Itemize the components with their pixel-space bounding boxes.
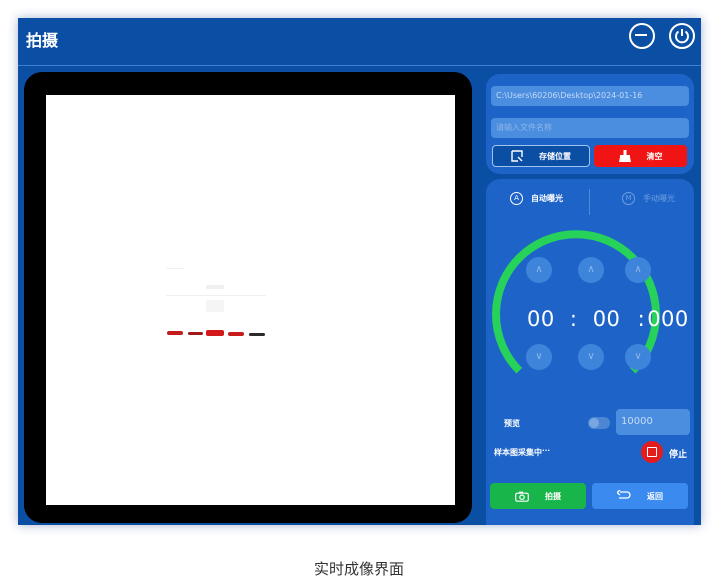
power-button[interactable] bbox=[669, 23, 695, 49]
capture-button[interactable]: 拍摄 bbox=[490, 483, 586, 509]
minus-icon bbox=[635, 34, 647, 37]
image-viewer bbox=[24, 72, 472, 523]
faint-smear bbox=[206, 285, 224, 289]
exposure-panel: A 自动曝光 M 手动曝光 ∧ ∧ ∧ 00 : 00 :000 ∨ ∨ ∨ 预… bbox=[486, 179, 694, 525]
title-bar: 拍摄 bbox=[18, 18, 701, 65]
millis-value: 000 bbox=[647, 307, 689, 331]
tab-divider bbox=[589, 189, 590, 215]
faint-smear bbox=[166, 268, 184, 269]
protein-band bbox=[228, 332, 244, 336]
manual-exposure-label: 手动曝光 bbox=[643, 194, 675, 203]
minutes-value: 00 bbox=[527, 307, 555, 331]
app-window: 拍摄 C:\Users\60206\Desktop\2024-01-16 请输入… bbox=[18, 18, 701, 525]
capture-label: 拍摄 bbox=[545, 491, 561, 501]
protein-band bbox=[167, 331, 183, 335]
save-location-button[interactable]: 存储位置 bbox=[492, 145, 590, 167]
title-divider bbox=[18, 65, 701, 66]
live-image-canvas bbox=[46, 95, 455, 505]
broom-icon bbox=[618, 150, 631, 162]
protein-band bbox=[188, 332, 203, 335]
stop-button[interactable] bbox=[641, 441, 663, 463]
back-button[interactable]: 返回 bbox=[592, 483, 688, 509]
protein-band bbox=[206, 330, 224, 336]
millis-up-button[interactable]: ∧ bbox=[625, 257, 651, 283]
manual-m-icon: M bbox=[622, 192, 635, 205]
minutes-down-button[interactable]: ∨ bbox=[526, 344, 552, 370]
time-separator: : bbox=[637, 307, 646, 331]
camera-icon bbox=[515, 491, 529, 502]
minimize-button[interactable] bbox=[629, 23, 655, 49]
time-separator: : bbox=[569, 307, 578, 331]
seconds-down-button[interactable]: ∨ bbox=[578, 344, 604, 370]
clear-button[interactable]: 清空 bbox=[594, 145, 687, 167]
faint-smear bbox=[166, 295, 266, 296]
folder-select-icon bbox=[511, 150, 523, 162]
preview-value-input[interactable]: 10000 bbox=[616, 409, 690, 435]
preview-label: 预览 bbox=[504, 419, 520, 428]
file-name-input[interactable]: 请输入文件名称 bbox=[491, 118, 689, 138]
window-title: 拍摄 bbox=[26, 31, 59, 50]
back-label: 返回 bbox=[647, 491, 663, 501]
auto-exposure-tab[interactable]: A 自动曝光 bbox=[510, 192, 563, 205]
stop-label: 停止 bbox=[669, 450, 688, 460]
sampling-status: 样本图采集中··· bbox=[494, 447, 550, 457]
figure-caption: 实时成像界面 bbox=[313, 560, 404, 578]
auto-exposure-label: 自动曝光 bbox=[531, 194, 563, 203]
faint-smear bbox=[206, 300, 224, 312]
auto-a-icon: A bbox=[510, 192, 523, 205]
save-location-label: 存储位置 bbox=[539, 151, 571, 161]
preview-toggle[interactable] bbox=[588, 417, 610, 429]
seconds-up-button[interactable]: ∧ bbox=[578, 257, 604, 283]
power-icon bbox=[675, 29, 689, 44]
seconds-value: 00 bbox=[592, 307, 621, 331]
return-icon bbox=[617, 490, 631, 499]
minutes-up-button[interactable]: ∧ bbox=[526, 257, 552, 283]
protein-band bbox=[249, 333, 265, 336]
manual-exposure-tab[interactable]: M 手动曝光 bbox=[622, 192, 675, 205]
exposure-time-display: 00 : 00 :000 bbox=[527, 307, 689, 331]
save-path-field[interactable]: C:\Users\60206\Desktop\2024-01-16 bbox=[491, 86, 689, 106]
clear-label: 清空 bbox=[646, 151, 663, 161]
millis-down-button[interactable]: ∨ bbox=[625, 344, 651, 370]
storage-panel: C:\Users\60206\Desktop\2024-01-16 请输入文件名… bbox=[486, 74, 694, 174]
